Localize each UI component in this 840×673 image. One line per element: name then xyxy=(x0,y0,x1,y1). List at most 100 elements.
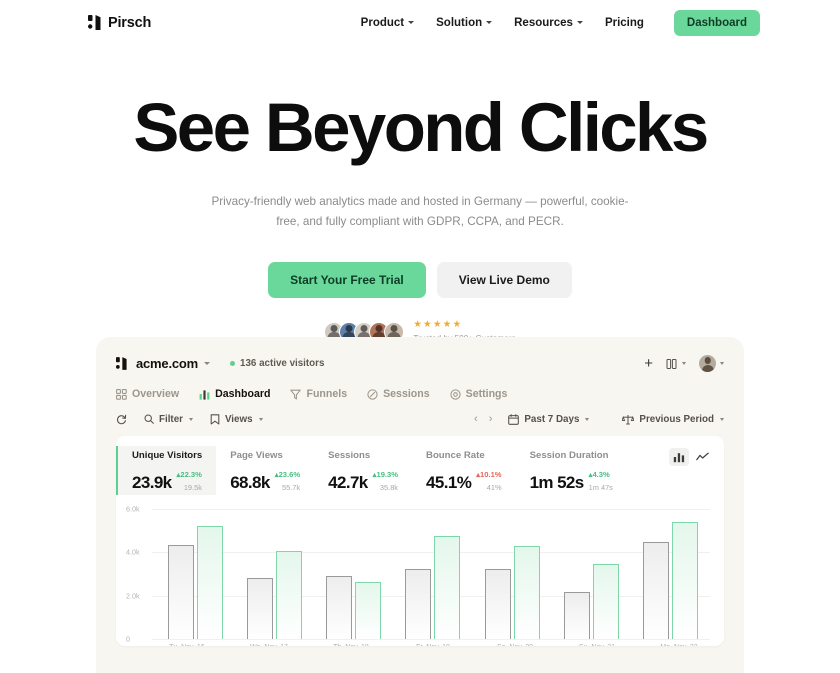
period-arrows: ‹ › xyxy=(474,413,492,425)
rating-stars: ★★★★★ xyxy=(413,319,463,331)
chevron-down-icon xyxy=(576,21,583,24)
bar-chart-icon xyxy=(199,389,210,400)
hero-section: See Beyond Clicks Privacy-friendly web a… xyxy=(0,45,840,343)
chevron-down-icon[interactable] xyxy=(204,362,210,365)
tab-overview[interactable]: Overview xyxy=(116,388,179,400)
bar-previous-period[interactable] xyxy=(642,541,669,639)
bar-group[interactable] xyxy=(631,509,710,639)
date-controls: ‹ › Past 7 Days Previous Period xyxy=(474,413,724,425)
bar-current-period[interactable] xyxy=(355,581,382,639)
gridline xyxy=(152,639,710,640)
nav-link-product[interactable]: Product xyxy=(361,17,415,29)
y-axis-tick-label: 6.0k xyxy=(126,504,140,514)
metric-previous-value: 41% xyxy=(486,483,502,492)
metric-session-duration[interactable]: Session Duration 1m 52s ▴4.3% 1m 47s xyxy=(516,446,627,495)
bar-previous-period[interactable] xyxy=(563,592,590,639)
add-icon[interactable]: + xyxy=(644,356,653,371)
metric-previous-value: 1m 47s xyxy=(588,483,613,492)
metric-row: 23.9k ▴22.3% 19.5k xyxy=(132,464,202,493)
avatar xyxy=(699,355,716,372)
bar-current-period[interactable] xyxy=(276,551,303,639)
bar-group[interactable] xyxy=(156,509,235,639)
start-free-trial-button[interactable]: Start Your Free Trial xyxy=(268,262,426,299)
tab-sessions-label: Sessions xyxy=(383,388,430,400)
bar-previous-period[interactable] xyxy=(405,568,432,639)
metric-value: 68.8k xyxy=(230,473,270,492)
x-axis-tick-label: Th, Nov. 18 xyxy=(310,644,392,646)
date-range-button[interactable]: Past 7 Days xyxy=(508,413,590,425)
x-axis-tick-label: Tu, Nov. 16 xyxy=(146,644,228,646)
view-live-demo-button[interactable]: View Live Demo xyxy=(436,262,572,299)
filter-button[interactable]: Filter xyxy=(144,414,193,425)
bar-group[interactable] xyxy=(314,509,393,639)
tab-overview-label: Overview xyxy=(132,388,180,400)
pirsch-logo-icon xyxy=(116,357,127,370)
dashboard-button[interactable]: Dashboard xyxy=(673,9,760,36)
bar-current-period[interactable] xyxy=(592,564,619,639)
brand-name: Pirsch xyxy=(108,14,152,31)
calendar-icon xyxy=(508,413,520,425)
bar-group[interactable] xyxy=(235,509,314,639)
bar-group[interactable] xyxy=(552,509,631,639)
bar-previous-period[interactable] xyxy=(168,544,195,639)
compare-scales-icon xyxy=(622,414,635,424)
nav-link-solution-label: Solution xyxy=(436,16,483,29)
chevron-down-icon xyxy=(682,362,686,365)
metric-previous-value: 19.5k xyxy=(183,483,202,492)
nav-link-resources[interactable]: Resources xyxy=(514,17,583,29)
date-range-label: Past 7 Days xyxy=(524,413,580,425)
metric-delta: ▴22.3% 19.5k xyxy=(177,464,202,493)
bar-current-period[interactable] xyxy=(434,536,461,639)
tab-sessions[interactable]: Sessions xyxy=(367,388,430,400)
refresh-button[interactable] xyxy=(116,414,127,425)
dashboard-preview-panel: acme.com 136 active visitors + Overview … xyxy=(96,337,744,673)
metric-bounce-rate[interactable]: Bounce Rate 45.1% ▴10.1% 41% xyxy=(412,446,516,495)
bar-group[interactable] xyxy=(473,509,552,639)
metric-label: Unique Visitors xyxy=(132,450,203,461)
metric-value: 1m 52s xyxy=(529,473,585,492)
site-selector-label[interactable]: acme.com xyxy=(136,356,198,371)
sessions-icon xyxy=(367,388,378,400)
search-icon xyxy=(144,414,154,424)
metrics-row: Unique Visitors 23.9k ▴22.3% 19.5k Page … xyxy=(116,436,724,505)
bar-previous-period[interactable] xyxy=(247,578,274,639)
metric-delta: ▴19.3% 35.8k xyxy=(373,464,398,493)
user-menu-button[interactable] xyxy=(699,355,724,372)
metric-unique-visitors[interactable]: Unique Visitors 23.9k ▴22.3% 19.5k xyxy=(116,446,217,495)
metric-page-views[interactable]: Page Views 68.8k ▴23.6% 55.7k xyxy=(216,446,314,495)
views-button[interactable]: Views xyxy=(210,414,263,425)
nav-link-solution[interactable]: Solution xyxy=(436,16,493,29)
active-visitors-indicator: 136 active visitors xyxy=(230,358,324,369)
bar-previous-period[interactable] xyxy=(484,568,511,639)
bar-previous-period[interactable] xyxy=(326,576,353,639)
tab-settings[interactable]: Settings xyxy=(450,388,507,400)
y-axis-tick-label: 2.0k xyxy=(126,591,140,601)
bar-current-period[interactable] xyxy=(671,522,698,639)
comparison-label: Previous Period xyxy=(639,413,714,425)
previous-period-arrow[interactable]: ‹ xyxy=(474,413,478,425)
y-axis-tick-label: 0 xyxy=(126,634,130,644)
active-visitors-label: 136 active visitors xyxy=(240,358,325,369)
nav-link-pricing[interactable]: Pricing xyxy=(605,17,644,29)
layout-columns-button[interactable] xyxy=(666,358,686,370)
metric-delta: ▴23.6% 55.7k xyxy=(275,464,300,493)
metric-delta-pct: ▴10.1% xyxy=(476,470,502,479)
top-navigation: Pirsch Product Solution Resources Pricin… xyxy=(0,0,840,45)
chevron-down-icon xyxy=(720,417,724,421)
chevron-down-icon xyxy=(585,417,590,421)
bar-group[interactable] xyxy=(393,509,472,639)
x-axis-tick-label: Sa, Nov. 20 xyxy=(474,644,556,646)
metric-sessions[interactable]: Sessions 42.7k ▴19.3% 35.8k xyxy=(314,446,412,495)
dashboard-header: acme.com 136 active visitors + xyxy=(116,355,724,372)
nav-links: Product Solution Resources Pricing Dashb… xyxy=(361,9,760,36)
bar-current-period[interactable] xyxy=(513,545,540,639)
tab-funnels[interactable]: Funnels xyxy=(290,388,347,400)
next-period-arrow[interactable]: › xyxy=(489,413,493,425)
comparison-button[interactable]: Previous Period xyxy=(622,414,724,425)
tab-dashboard[interactable]: Dashboard xyxy=(199,388,270,400)
bar-current-period[interactable] xyxy=(197,526,224,639)
x-axis-tick-label: Su, Nov. 21 xyxy=(556,644,638,646)
dashboard-header-actions: + xyxy=(644,355,724,372)
live-dot-icon xyxy=(230,361,235,366)
brand-logo[interactable]: Pirsch xyxy=(88,15,151,31)
